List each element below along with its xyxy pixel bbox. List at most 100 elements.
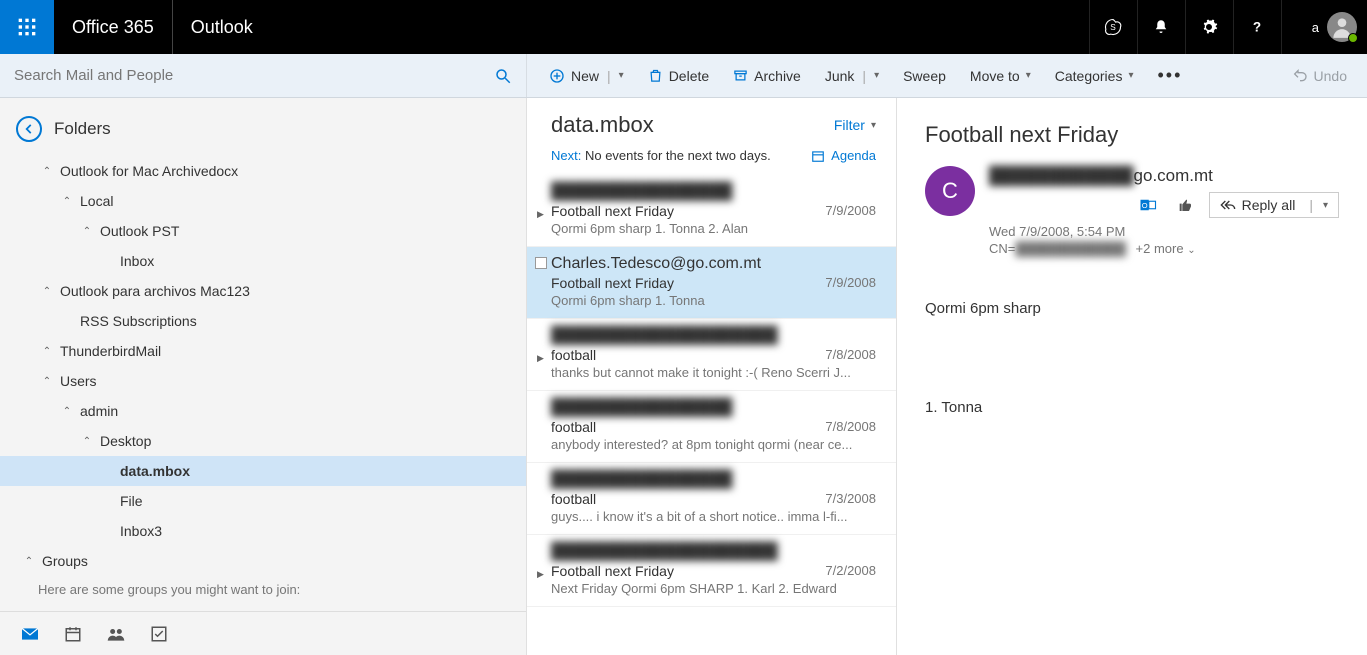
expand-recipients-button[interactable]: ⌄ (1187, 245, 1195, 256)
folder-node[interactable]: ⌃Outlook for Mac Archivedocx (0, 156, 526, 186)
folder-node[interactable]: ⌃Groups (0, 546, 526, 576)
message-subject: Football next Friday (551, 563, 674, 579)
outlook-icon: O (1139, 196, 1157, 214)
people-module-button[interactable] (106, 625, 126, 643)
account-button[interactable]: a (1281, 0, 1367, 54)
presence-indicator (1348, 33, 1358, 43)
folder-node[interactable]: ⌃ Outlook para archivos Mac123 (0, 276, 526, 306)
gear-icon (1200, 18, 1218, 36)
chevron-down-icon[interactable]: ▾ (874, 70, 879, 81)
message-date: 7/8/2008 (825, 347, 876, 363)
moveto-button[interactable]: Move to ▾ (958, 54, 1043, 97)
message-row[interactable]: ████████████████football7/8/2008anybody … (527, 391, 896, 463)
folder-node[interactable]: Inbox3 (0, 516, 526, 546)
message-preview: Qormi 6pm sharp 1. Tonna 2. Alan (551, 221, 876, 236)
calendar-icon (811, 149, 825, 163)
folder-label: Outlook para archivos Mac123 (60, 283, 250, 299)
suite-header: Office 365 Outlook S ? a (0, 0, 1367, 54)
thread-expand-icon[interactable]: ▶ (537, 569, 544, 580)
svg-text:?: ? (1253, 20, 1261, 35)
message-row[interactable]: ▶████████████████████football7/8/2008tha… (527, 319, 896, 391)
more-commands-button[interactable]: ••• (1145, 54, 1194, 97)
folder-node[interactable]: ⌃Users (0, 366, 526, 396)
folder-node[interactable]: ⌃ThunderbirdMail (0, 336, 526, 366)
chevron-down-icon: ▾ (871, 120, 876, 131)
message-body: Qormi 6pm sharp 1. Tonna (925, 292, 1339, 424)
chevron-icon: ⌃ (80, 226, 94, 237)
chevron-icon: ⌃ (40, 286, 54, 297)
calendar-module-button[interactable] (64, 625, 82, 643)
search-box[interactable] (0, 54, 527, 97)
message-row[interactable]: ▶████████████████Football next Friday7/9… (527, 175, 896, 247)
search-icon[interactable] (494, 67, 512, 85)
archive-button[interactable]: Archive (721, 54, 813, 97)
folder-node[interactable]: ⌃Outlook PST (0, 216, 526, 246)
message-date: 7/2/2008 (825, 563, 876, 579)
help-button[interactable]: ? (1233, 0, 1281, 54)
folder-label: Groups (42, 553, 88, 569)
back-button[interactable] (16, 116, 42, 142)
chevron-icon: ⌃ (40, 376, 54, 387)
folder-label: Inbox (120, 253, 154, 269)
folder-node[interactable]: Inbox (0, 246, 526, 276)
folder-label: data.mbox (120, 463, 190, 479)
folder-node[interactable]: ⌃Local (0, 186, 526, 216)
message-preview: Qormi 6pm sharp 1. Tonna (551, 293, 876, 308)
message-row[interactable]: Charles.Tedesco@go.com.mtFootball next F… (527, 247, 896, 319)
folder-node[interactable]: ⌃Desktop (0, 426, 526, 456)
chevron-down-icon[interactable]: ▾ (1128, 70, 1133, 81)
folder-label: File (120, 493, 143, 509)
message-subject: football (551, 419, 596, 435)
filter-button[interactable]: Filter ▾ (834, 117, 876, 133)
delete-button[interactable]: Delete (636, 54, 721, 97)
tasks-module-button[interactable] (150, 625, 168, 643)
bell-icon (1152, 18, 1170, 36)
archive-label: Archive (754, 68, 801, 84)
chevron-down-icon[interactable]: ▾ (1026, 70, 1031, 81)
archive-icon (733, 68, 748, 83)
agenda-button[interactable]: Agenda (811, 148, 876, 163)
chevron-down-icon[interactable]: ▾ (1323, 200, 1328, 211)
open-in-outlook-button[interactable]: O (1135, 194, 1161, 216)
agenda-label: Agenda (831, 148, 876, 163)
reply-all-button[interactable]: Reply all | ▾ (1209, 192, 1339, 218)
message-row[interactable]: ▶████████████████████Football next Frida… (527, 535, 896, 607)
undo-button[interactable]: Undo (1292, 68, 1347, 84)
folder-node[interactable]: data.mbox (0, 456, 526, 486)
folder-label: Desktop (100, 433, 151, 449)
message-subject: Football next Friday (551, 203, 674, 219)
folder-node[interactable]: RSS Subscriptions (0, 306, 526, 336)
thread-expand-icon[interactable]: ▶ (537, 209, 544, 220)
next-text: No events for the next two days. (585, 148, 771, 163)
waffle-icon (17, 17, 37, 37)
search-input[interactable] (14, 67, 494, 84)
brand-label[interactable]: Office 365 (54, 0, 173, 54)
new-button[interactable]: New |▾ (537, 54, 636, 97)
message-subject: football (551, 347, 596, 363)
folder-label: admin (80, 403, 118, 419)
message-row[interactable]: ████████████████football7/3/2008guys....… (527, 463, 896, 535)
message-subject: Football next Friday (551, 275, 674, 291)
app-launcher[interactable] (0, 0, 54, 54)
categories-label: Categories (1055, 68, 1123, 84)
folder-node[interactable]: ⌃ admin (0, 396, 526, 426)
junk-button[interactable]: Junk |▾ (813, 54, 891, 97)
chevron-icon: ⌃ (40, 166, 54, 177)
message-preview: thanks but cannot make it tonight :-( Re… (551, 365, 876, 380)
like-button[interactable] (1173, 195, 1197, 215)
chevron-icon: ⌃ (60, 406, 74, 417)
settings-button[interactable] (1185, 0, 1233, 54)
app-name[interactable]: Outlook (173, 17, 271, 38)
skype-button[interactable]: S (1089, 0, 1137, 54)
chevron-down-icon[interactable]: ▾ (619, 70, 624, 81)
checkbox[interactable] (535, 257, 547, 269)
user-label: a (1312, 20, 1319, 35)
folder-node[interactable]: File (0, 486, 526, 516)
mail-module-button[interactable] (20, 626, 40, 642)
thread-expand-icon[interactable]: ▶ (537, 353, 544, 364)
help-icon: ? (1248, 18, 1266, 36)
sweep-button[interactable]: Sweep (891, 54, 958, 97)
categories-button[interactable]: Categories ▾ (1043, 54, 1146, 97)
notifications-button[interactable] (1137, 0, 1185, 54)
folder-label: RSS Subscriptions (80, 313, 197, 329)
